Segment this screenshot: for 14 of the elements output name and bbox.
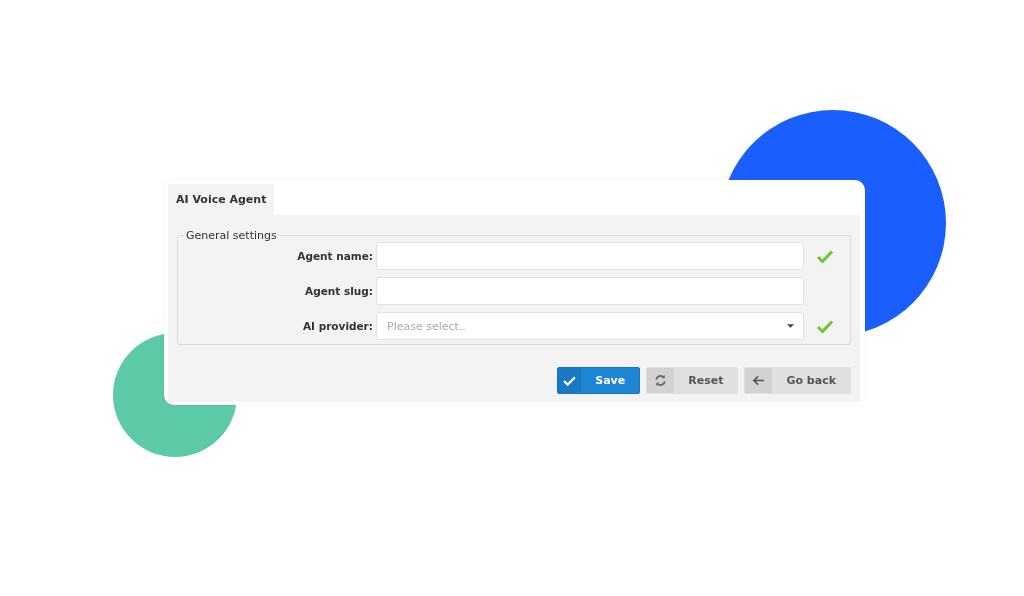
action-button[interactable]: Go back (744, 367, 851, 394)
back-arrow-icon (752, 375, 766, 386)
action-button[interactable]: Reset (646, 367, 739, 394)
field-label: AI provider: (301, 320, 373, 332)
text-field[interactable] (376, 277, 804, 305)
tab[interactable]: AI Voice Agent (168, 184, 275, 215)
refresh-icon (654, 374, 668, 387)
field-label: Agent slug: (304, 285, 373, 297)
text-field[interactable] (376, 242, 804, 270)
caret-icon (787, 324, 794, 328)
check-icon (563, 375, 577, 386)
action-button[interactable]: Save (557, 367, 641, 394)
group-legend: General settings (184, 229, 279, 242)
field-label: Agent name: (296, 250, 373, 262)
